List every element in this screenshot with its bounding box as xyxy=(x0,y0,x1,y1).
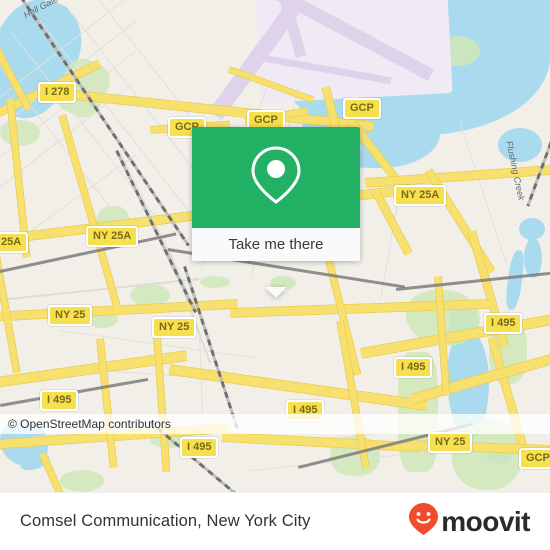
take-me-there-button[interactable]: Take me there xyxy=(192,228,360,261)
attribution-text: © OpenStreetMap contributors xyxy=(8,417,171,431)
location-popup-card[interactable]: Take me there xyxy=(192,127,360,298)
highway-shield-ny25[interactable]: NY 25 xyxy=(48,305,93,326)
park-area xyxy=(60,470,104,492)
footer-bar: Comsel Communication, New York City moov… xyxy=(0,492,550,550)
popup-pin-area xyxy=(192,127,360,228)
highway-shield-25a[interactable]: 25A xyxy=(0,232,29,253)
highway-shield-i495[interactable]: I 495 xyxy=(40,390,79,411)
place-title: Comsel Communication, New York City xyxy=(20,512,311,530)
moovit-logo[interactable]: moovit xyxy=(408,502,530,541)
location-pin-icon xyxy=(248,144,304,211)
highway-shield-ny25[interactable]: NY 25 xyxy=(152,317,197,338)
highway-shield-i495[interactable]: I 495 xyxy=(484,313,523,334)
take-me-there-label: Take me there xyxy=(228,236,324,253)
map-page: Hell Gate Flushing Creek I 278 GCP GCP G… xyxy=(0,0,550,550)
highway-shield-ny25a[interactable]: NY 25A xyxy=(86,226,139,247)
water-east-pond xyxy=(519,218,545,240)
popup-pointer xyxy=(265,287,287,298)
map-attribution: © OpenStreetMap contributors xyxy=(0,414,550,434)
highway-shield-ny25[interactable]: NY 25 xyxy=(428,432,473,453)
moovit-wordmark: moovit xyxy=(441,505,530,537)
moovit-smiley-pin-icon xyxy=(408,502,439,541)
highway-shield-i278[interactable]: I 278 xyxy=(38,82,77,103)
highway-shield-i495[interactable]: I 495 xyxy=(180,437,219,458)
highway-shield-i495[interactable]: I 495 xyxy=(394,357,433,378)
park-area xyxy=(200,276,230,288)
highway-shield-gcp[interactable]: GCP xyxy=(519,448,550,469)
map-canvas[interactable]: Hell Gate Flushing Creek I 278 GCP GCP G… xyxy=(0,0,550,492)
highway-shield-ny25a[interactable]: NY 25A xyxy=(394,185,447,206)
highway-shield-gcp[interactable]: GCP xyxy=(343,98,381,119)
